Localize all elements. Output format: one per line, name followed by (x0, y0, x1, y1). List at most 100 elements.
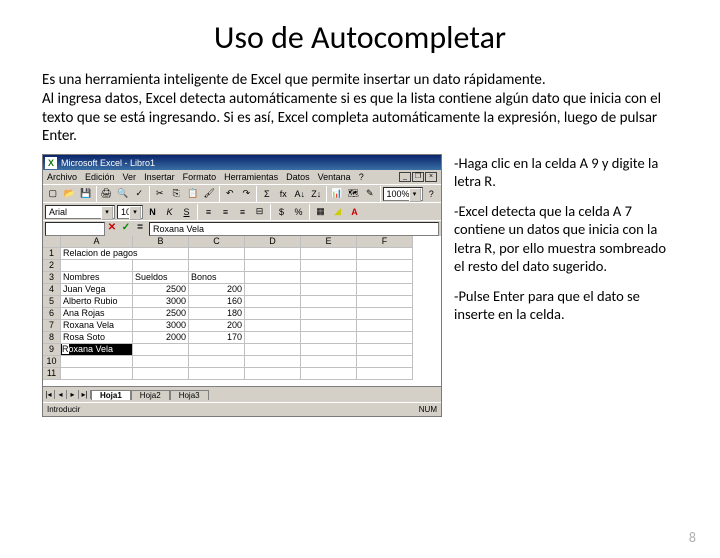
cell[interactable] (357, 320, 413, 332)
autosum-icon[interactable]: Σ (259, 186, 275, 202)
row-header[interactable]: 5 (43, 296, 61, 308)
format-painter-icon[interactable]: 🖌 (202, 186, 218, 202)
cell[interactable]: Rosa Soto (61, 332, 133, 344)
cell[interactable] (133, 344, 189, 356)
cell[interactable] (357, 332, 413, 344)
cell[interactable]: 170 (189, 332, 245, 344)
font-color-icon[interactable]: A (347, 204, 362, 219)
row-header[interactable]: 4 (43, 284, 61, 296)
cell[interactable] (357, 284, 413, 296)
undo-icon[interactable]: ↶ (222, 186, 238, 202)
cell[interactable] (301, 284, 357, 296)
cell[interactable] (189, 356, 245, 368)
cell[interactable] (133, 356, 189, 368)
sort-asc-icon[interactable]: A↓ (292, 186, 308, 202)
cell[interactable]: Roxana Vela (61, 320, 133, 332)
print-icon[interactable]: 🖨 (99, 186, 115, 202)
fontsize-dropdown[interactable]: 10 (117, 205, 143, 219)
cell[interactable] (133, 368, 189, 380)
cell[interactable] (301, 320, 357, 332)
row-header[interactable]: 1 (43, 248, 61, 260)
cell[interactable]: Alberto Rubio (61, 296, 133, 308)
menu-insertar[interactable]: Insertar (144, 172, 175, 182)
autocomplete-cell[interactable]: Roxana Vela (61, 344, 133, 356)
cell[interactable] (301, 272, 357, 284)
preview-icon[interactable]: 🔍 (115, 186, 131, 202)
cell[interactable] (301, 332, 357, 344)
menu-ventana[interactable]: Ventana (318, 172, 351, 182)
col-header[interactable]: B (133, 236, 189, 248)
col-header[interactable]: A (61, 236, 133, 248)
cell[interactable]: 2500 (133, 284, 189, 296)
col-header[interactable]: F (357, 236, 413, 248)
borders-icon[interactable]: ▦ (313, 204, 328, 219)
cell[interactable] (357, 296, 413, 308)
cell[interactable] (357, 248, 413, 260)
cell[interactable]: Relacion de pagos (61, 248, 189, 260)
cell[interactable] (61, 260, 133, 272)
cell[interactable] (245, 296, 301, 308)
menu-herramientas[interactable]: Herramientas (224, 172, 278, 182)
function-wizard-icon[interactable]: = (133, 222, 147, 236)
cell[interactable] (245, 260, 301, 272)
col-header[interactable]: D (245, 236, 301, 248)
menu-help[interactable]: ? (359, 172, 364, 182)
align-center-icon[interactable]: ≡ (218, 204, 233, 219)
row-header[interactable]: 7 (43, 320, 61, 332)
align-left-icon[interactable]: ≡ (201, 204, 216, 219)
cell[interactable] (245, 356, 301, 368)
cell[interactable]: 180 (189, 308, 245, 320)
cell[interactable] (357, 356, 413, 368)
cell[interactable]: 2500 (133, 308, 189, 320)
cell[interactable] (301, 344, 357, 356)
menu-datos[interactable]: Datos (286, 172, 310, 182)
minimize-icon[interactable]: _ (399, 172, 411, 182)
confirm-entry-icon[interactable]: ✓ (119, 222, 133, 236)
row-header[interactable]: 8 (43, 332, 61, 344)
cell[interactable] (61, 356, 133, 368)
cell[interactable] (301, 296, 357, 308)
cell[interactable] (189, 260, 245, 272)
sort-desc-icon[interactable]: Z↓ (309, 186, 325, 202)
menu-archivo[interactable]: Archivo (47, 172, 77, 182)
cell[interactable]: Bonos (189, 272, 245, 284)
tab-next-icon[interactable]: ▸ (67, 390, 79, 399)
function-icon[interactable]: fx (276, 186, 292, 202)
copy-icon[interactable]: ⎘ (169, 186, 185, 202)
percent-icon[interactable]: % (291, 204, 306, 219)
cell[interactable]: Juan Vega (61, 284, 133, 296)
cell[interactable] (245, 248, 301, 260)
new-icon[interactable]: ▢ (45, 186, 61, 202)
cell[interactable] (301, 308, 357, 320)
cell[interactable] (357, 272, 413, 284)
sheet-tab-3[interactable]: Hoja3 (170, 390, 209, 400)
cell[interactable] (189, 344, 245, 356)
cell[interactable] (301, 356, 357, 368)
col-header[interactable]: E (301, 236, 357, 248)
name-box[interactable] (45, 222, 105, 236)
save-icon[interactable]: 💾 (78, 186, 94, 202)
menu-ver[interactable]: Ver (123, 172, 137, 182)
underline-icon[interactable]: S (179, 204, 194, 219)
row-header[interactable]: 3 (43, 272, 61, 284)
cell[interactable] (357, 308, 413, 320)
cell[interactable] (357, 344, 413, 356)
spell-icon[interactable]: ✓ (132, 186, 148, 202)
cell[interactable]: 200 (189, 284, 245, 296)
tab-prev-icon[interactable]: ◂ (55, 390, 67, 399)
col-header[interactable]: C (189, 236, 245, 248)
cell[interactable] (61, 368, 133, 380)
cell[interactable] (189, 368, 245, 380)
currency-icon[interactable]: $ (274, 204, 289, 219)
cell[interactable]: Nombres (61, 272, 133, 284)
menu-edicion[interactable]: Edición (85, 172, 115, 182)
cell[interactable] (133, 260, 189, 272)
cell[interactable]: 2000 (133, 332, 189, 344)
tab-first-icon[interactable]: |◂ (43, 390, 55, 399)
sheet-tab-1[interactable]: Hoja1 (91, 390, 131, 400)
cell[interactable] (245, 368, 301, 380)
paste-icon[interactable]: 📋 (185, 186, 201, 202)
cell[interactable]: 3000 (133, 296, 189, 308)
cell[interactable] (357, 368, 413, 380)
bold-icon[interactable]: N (145, 204, 160, 219)
